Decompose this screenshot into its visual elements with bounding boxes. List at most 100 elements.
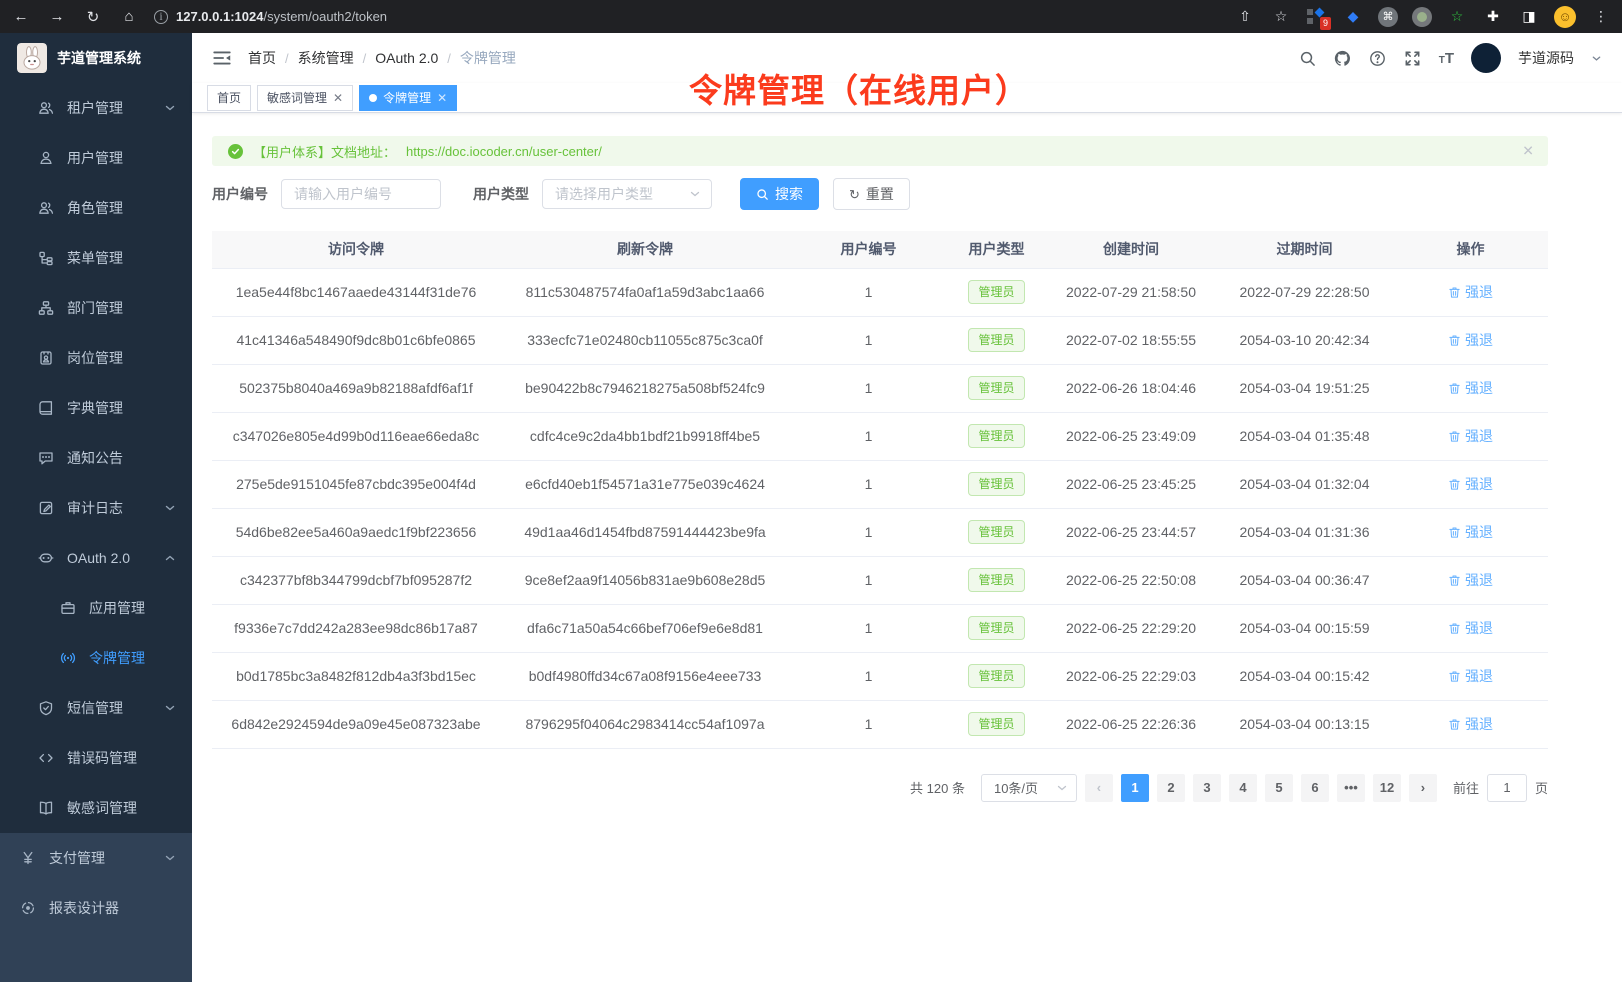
- github-icon[interactable]: [1334, 49, 1352, 67]
- font-size-icon[interactable]: TT: [1439, 50, 1454, 67]
- star-extension-icon[interactable]: ☆: [1446, 6, 1468, 28]
- sidebar-item-app-briefcase[interactable]: 应用管理: [0, 583, 192, 633]
- browser-reload-icon[interactable]: ↻: [82, 6, 104, 28]
- search-icon[interactable]: [1299, 49, 1317, 67]
- force-logout-button[interactable]: 强退: [1448, 618, 1493, 638]
- page-button[interactable]: 5: [1265, 774, 1293, 802]
- user-type-select[interactable]: 请选择用户类型: [542, 179, 712, 209]
- browser-forward-icon[interactable]: →: [46, 6, 68, 28]
- sidebar-item-post-badge[interactable]: 岗位管理: [0, 333, 192, 383]
- sidebar-item-pay-yen[interactable]: 支付管理: [0, 833, 192, 883]
- next-page-button[interactable]: ›: [1409, 774, 1437, 802]
- access-token-cell: 502375b8040a469a9b82188afdf6af1f: [212, 364, 500, 412]
- force-logout-button[interactable]: 强退: [1448, 714, 1493, 734]
- doc-link[interactable]: https://doc.iocoder.cn/user-center/: [406, 144, 602, 159]
- tab-home[interactable]: 首页: [207, 85, 251, 111]
- app-logo[interactable]: 芋道管理系统: [0, 33, 192, 83]
- gem-extension-icon[interactable]: ◆: [1342, 6, 1364, 28]
- user-id-cell: 1: [790, 508, 947, 556]
- address-bar[interactable]: i 127.0.0.1:1024/system/oauth2/token: [154, 9, 387, 24]
- force-logout-button[interactable]: 强退: [1448, 282, 1493, 302]
- goto-label: 前往: [1453, 778, 1479, 797]
- more-pages-button[interactable]: •••: [1337, 774, 1365, 802]
- sidebar-item-label: 令牌管理: [89, 648, 145, 668]
- sidebar-item-audit-log[interactable]: 审计日志: [0, 483, 192, 533]
- force-logout-button[interactable]: 强退: [1448, 426, 1493, 446]
- user-avatar[interactable]: [1471, 43, 1501, 73]
- page-button[interactable]: 6: [1301, 774, 1329, 802]
- sidebar-item-error-code[interactable]: 错误码管理: [0, 733, 192, 783]
- force-logout-button[interactable]: 强退: [1448, 378, 1493, 398]
- search-button[interactable]: 搜索: [740, 178, 819, 210]
- page-button[interactable]: 3: [1193, 774, 1221, 802]
- sidebar-item-role-users[interactable]: 角色管理: [0, 183, 192, 233]
- sidebar-item-sensitive-word[interactable]: 敏感词管理: [0, 783, 192, 833]
- page-button[interactable]: 1: [1121, 774, 1149, 802]
- user-menu-caret-icon[interactable]: [1591, 53, 1602, 64]
- share-icon[interactable]: ⇧: [1234, 6, 1256, 28]
- split-screen-icon[interactable]: ◨: [1518, 6, 1540, 28]
- user-id-cell: 1: [790, 652, 947, 700]
- reset-button[interactable]: ↻ 重置: [833, 178, 910, 210]
- puzzle-extensions-icon[interactable]: ✚: [1482, 6, 1504, 28]
- expire-time-cell: 2054-03-10 20:42:34: [1216, 316, 1393, 364]
- force-logout-button[interactable]: 强退: [1448, 330, 1493, 350]
- fullscreen-icon[interactable]: [1404, 49, 1422, 67]
- sidebar-item-dictionary[interactable]: 字典管理: [0, 383, 192, 433]
- sidebar-item-label: 用户管理: [67, 148, 123, 168]
- sidebar-item-org-chart[interactable]: 部门管理: [0, 283, 192, 333]
- user-id-input[interactable]: [281, 179, 441, 209]
- column-header: 创建时间: [1046, 231, 1216, 268]
- breadcrumb-item[interactable]: 系统管理: [298, 48, 354, 68]
- page-button[interactable]: 2: [1157, 774, 1185, 802]
- expire-time-cell: 2022-07-29 22:28:50: [1216, 268, 1393, 316]
- sidebar-item-label: 岗位管理: [67, 348, 123, 368]
- help-icon[interactable]: [1369, 49, 1387, 67]
- user-type-cell: 管理员: [947, 604, 1046, 652]
- sidebar-item-report-designer[interactable]: 报表设计器: [0, 883, 192, 933]
- username[interactable]: 芋道源码: [1518, 48, 1574, 68]
- force-logout-button[interactable]: 强退: [1448, 570, 1493, 590]
- browser-profile-avatar[interactable]: ☺: [1554, 6, 1576, 28]
- page-size-select[interactable]: 10条/页: [981, 774, 1077, 802]
- goto-page-input[interactable]: [1487, 774, 1527, 802]
- browser-home-icon[interactable]: ⌂: [118, 6, 140, 28]
- sidebar-item-label: 应用管理: [89, 598, 145, 618]
- breadcrumb-item[interactable]: OAuth 2.0: [375, 50, 438, 66]
- sidebar-item-sms-shield[interactable]: 短信管理: [0, 683, 192, 733]
- sidebar-item-token-broadcast[interactable]: 令牌管理: [0, 633, 192, 683]
- browser-back-icon[interactable]: ←: [10, 6, 32, 28]
- extensions-cluster-icon[interactable]: 9: [1306, 7, 1328, 27]
- tab-item-1[interactable]: 敏感词管理✕: [257, 85, 353, 111]
- force-logout-button[interactable]: 强退: [1448, 474, 1493, 494]
- force-logout-button[interactable]: 强退: [1448, 666, 1493, 686]
- force-logout-label: 强退: [1465, 570, 1493, 590]
- sidebar-item-user[interactable]: 用户管理: [0, 133, 192, 183]
- site-info-icon[interactable]: i: [154, 10, 168, 24]
- page-button[interactable]: 12: [1373, 774, 1401, 802]
- org-chart-icon: [38, 300, 54, 316]
- breadcrumb-item[interactable]: 首页: [248, 48, 276, 68]
- collapse-sidebar-icon[interactable]: [212, 48, 232, 68]
- tab-close-icon[interactable]: ✕: [333, 91, 343, 105]
- tab-close-icon[interactable]: ✕: [437, 91, 447, 105]
- force-logout-button[interactable]: 强退: [1448, 522, 1493, 542]
- create-time-cell: 2022-06-26 18:04:46: [1046, 364, 1216, 412]
- sidebar-item-menu-tree[interactable]: 菜单管理: [0, 233, 192, 283]
- alert-close-icon[interactable]: ✕: [1522, 143, 1534, 160]
- sidebar-item-notice-bubble[interactable]: 通知公告: [0, 433, 192, 483]
- bookmark-star-icon[interactable]: ☆: [1270, 6, 1292, 28]
- prev-page-button[interactable]: ‹: [1085, 774, 1113, 802]
- sidebar-item-tenant-users[interactable]: 租户管理: [0, 83, 192, 133]
- alert-text: 【用户体系】文档地址：: [253, 142, 396, 161]
- page-button[interactable]: 4: [1229, 774, 1257, 802]
- browser-menu-icon[interactable]: ⋮: [1590, 6, 1612, 28]
- command-extension-icon[interactable]: ⌘: [1378, 7, 1398, 27]
- access-token-cell: 41c41346a548490f9dc8b01c6bfe0865: [212, 316, 500, 364]
- sidebar-item-oauth-robot[interactable]: OAuth 2.0: [0, 533, 192, 583]
- user-id-cell: 1: [790, 268, 947, 316]
- tab-item-2[interactable]: 令牌管理✕: [359, 85, 457, 111]
- create-time-cell: 2022-06-25 22:29:20: [1046, 604, 1216, 652]
- record-extension-icon[interactable]: [1412, 7, 1432, 27]
- force-logout-label: 强退: [1465, 714, 1493, 734]
